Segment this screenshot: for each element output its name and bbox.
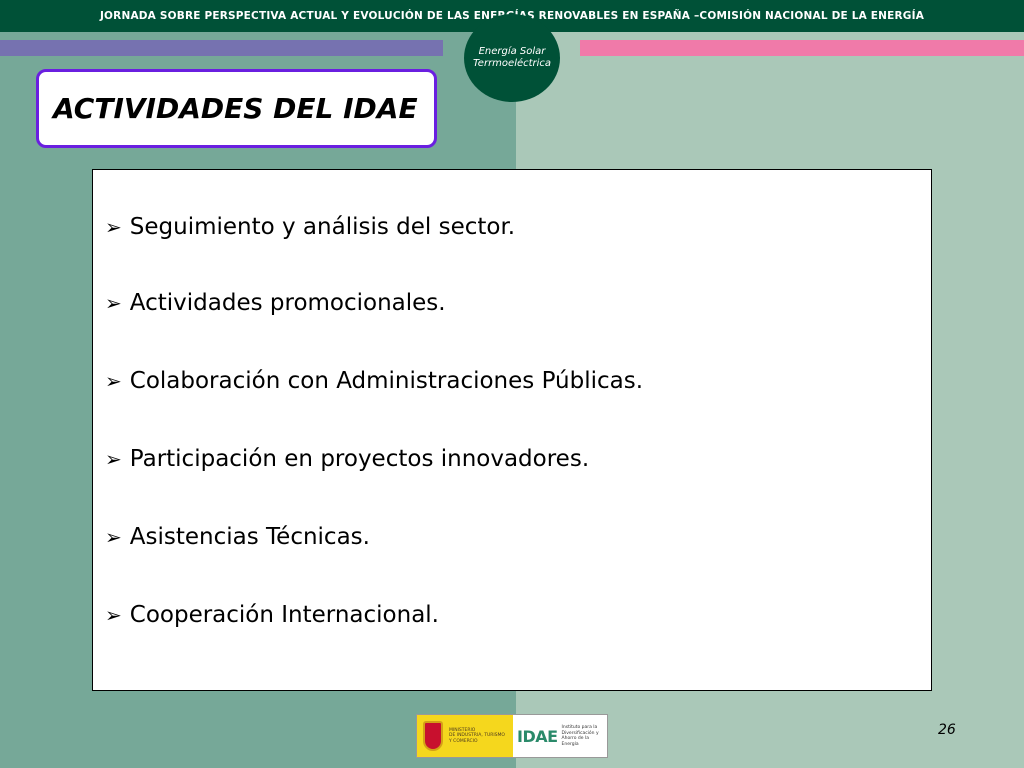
arrowhead-bullet-icon: ➢	[105, 447, 122, 471]
bullet-text: Actividades promocionales.	[129, 290, 446, 316]
bullet-item: ➢ Seguimiento y análisis del sector.	[105, 214, 515, 240]
arrowhead-bullet-icon: ➢	[105, 525, 122, 549]
bullet-text: Cooperación Internacional.	[129, 602, 439, 628]
bullet-item: ➢ Actividades promocionales.	[105, 290, 446, 316]
stripe-left	[0, 40, 443, 56]
topic-badge: Energía Solar Terrmoeléctrica	[464, 14, 560, 102]
bullet-text: Participación en proyectos innovadores.	[129, 446, 590, 472]
badge-line-2: Terrmoeléctrica	[472, 58, 552, 69]
arrowhead-bullet-icon: ➢	[105, 603, 122, 627]
ministerio-logo: MINISTERIO DE INDUSTRIA, TURISMO Y COMER…	[417, 715, 513, 757]
arrowhead-bullet-icon: ➢	[105, 291, 122, 315]
bullet-item: ➢ Asistencias Técnicas.	[105, 524, 370, 550]
ministerio-line: DE INDUSTRIA, TURISMO	[449, 733, 505, 739]
content-box: ➢ Seguimiento y análisis del sector. ➢ A…	[92, 169, 932, 691]
idae-wordmark: IDAE	[517, 726, 558, 746]
bullet-item: ➢ Colaboración con Administraciones Públ…	[105, 368, 643, 394]
bullet-text: Asistencias Técnicas.	[129, 524, 370, 550]
arrowhead-bullet-icon: ➢	[105, 215, 122, 239]
bullet-text: Colaboración con Administraciones Públic…	[129, 368, 644, 394]
idae-subtitle: Instituto para la Diversificación y Ahor…	[562, 725, 607, 747]
page-number: 26	[938, 722, 956, 738]
stripe-right	[580, 40, 1024, 56]
arrowhead-bullet-icon: ➢	[105, 369, 122, 393]
bullet-text: Seguimiento y análisis del sector.	[129, 214, 516, 240]
bullet-item: ➢ Cooperación Internacional.	[105, 602, 439, 628]
bullet-item: ➢ Participación en proyectos innovadores…	[105, 446, 589, 472]
badge-line-1: Energía Solar	[478, 46, 546, 57]
idae-logo: IDAE Instituto para la Diversificación y…	[513, 715, 607, 757]
spanish-crest-icon	[423, 721, 443, 751]
idae-sub-line: Ahorro de la Energía	[561, 736, 589, 747]
footer-logos: MINISTERIO DE INDUSTRIA, TURISMO Y COMER…	[416, 714, 608, 758]
ministerio-line: Y COMERCIO	[449, 738, 478, 744]
slide-title-box: ACTIVIDADES DEL IDAE	[36, 69, 437, 148]
ministerio-text: MINISTERIO DE INDUSTRIA, TURISMO Y COMER…	[449, 728, 505, 745]
slide-title: ACTIVIDADES DEL IDAE	[53, 92, 418, 125]
